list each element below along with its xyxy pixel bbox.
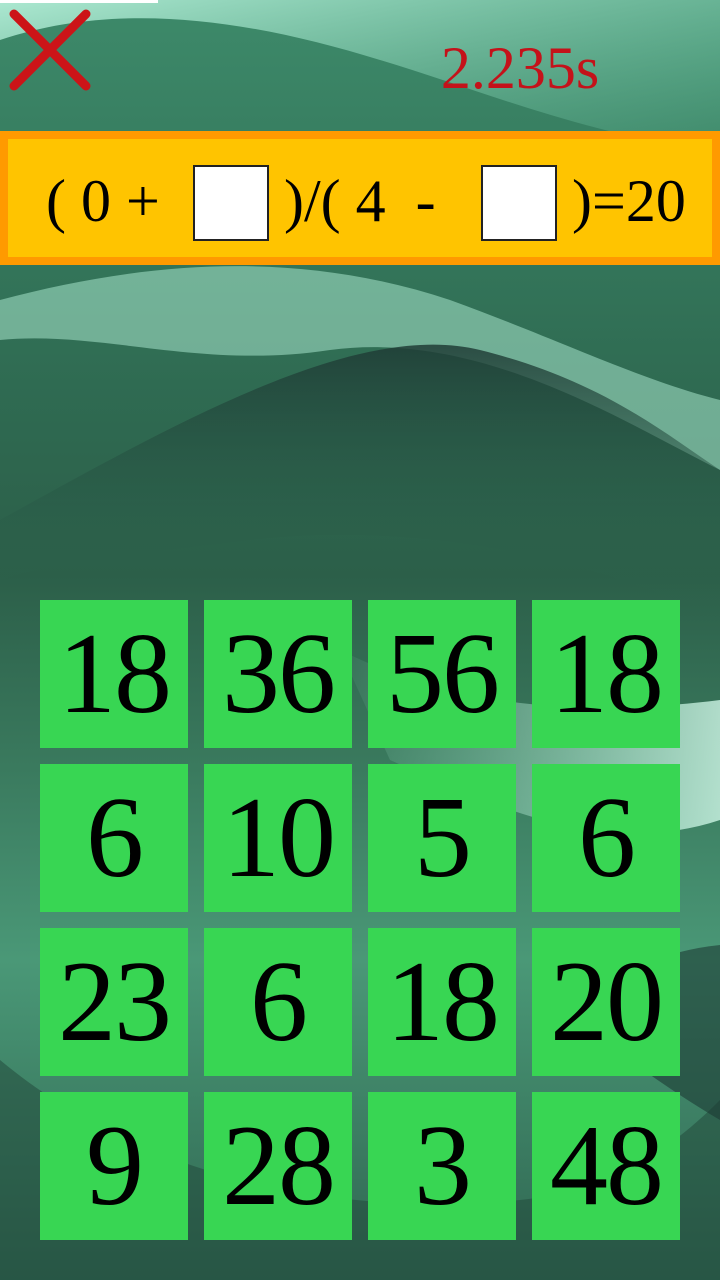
number-tile[interactable]: 6 <box>40 764 188 912</box>
number-tile[interactable]: 18 <box>40 600 188 748</box>
tile-value: 36 <box>222 610 336 738</box>
tile-value: 48 <box>550 1102 664 1230</box>
number-tile[interactable]: 9 <box>40 1092 188 1240</box>
tile-value: 18 <box>58 610 172 738</box>
tile-value: 3 <box>414 1102 472 1230</box>
tile-value: 9 <box>86 1102 144 1230</box>
number-tile[interactable]: 56 <box>368 600 516 748</box>
timer-display: 2.235s <box>440 35 600 101</box>
number-tile[interactable]: 6 <box>532 764 680 912</box>
number-grid: 18 36 56 18 6 10 5 6 23 6 18 20 9 28 3 4… <box>40 600 680 1240</box>
tile-value: 20 <box>550 938 664 1066</box>
number-tile[interactable]: 6 <box>204 928 352 1076</box>
tile-value: 28 <box>222 1102 336 1230</box>
number-tile[interactable]: 18 <box>532 600 680 748</box>
equation-part-1: ( 0 + <box>46 168 160 234</box>
number-tile[interactable]: 18 <box>368 928 516 1076</box>
number-tile[interactable]: 23 <box>40 928 188 1076</box>
tile-value: 6 <box>250 938 308 1066</box>
answer-slot-1[interactable] <box>193 165 269 241</box>
top-indicator-line <box>0 0 158 3</box>
number-tile[interactable]: 48 <box>532 1092 680 1240</box>
number-tile[interactable]: 20 <box>532 928 680 1076</box>
close-button[interactable] <box>8 8 92 92</box>
close-icon <box>9 9 91 91</box>
equation-part-2: )/( 4 - <box>284 168 436 234</box>
number-tile[interactable]: 5 <box>368 764 516 912</box>
tile-value: 56 <box>386 610 500 738</box>
answer-slot-2[interactable] <box>481 165 557 241</box>
number-tile[interactable]: 10 <box>204 764 352 912</box>
tile-value: 5 <box>414 774 472 902</box>
number-tile[interactable]: 36 <box>204 600 352 748</box>
tile-value: 18 <box>550 610 664 738</box>
tile-value: 6 <box>86 774 144 902</box>
equation-part-3: )=20 <box>572 168 686 234</box>
tile-value: 18 <box>386 938 500 1066</box>
number-tile[interactable]: 3 <box>368 1092 516 1240</box>
tile-value: 23 <box>58 938 172 1066</box>
number-tile[interactable]: 28 <box>204 1092 352 1240</box>
equation-bar: ( 0 + )/( 4 - )=20 <box>0 131 720 265</box>
tile-value: 10 <box>222 774 336 902</box>
tile-value: 6 <box>578 774 636 902</box>
